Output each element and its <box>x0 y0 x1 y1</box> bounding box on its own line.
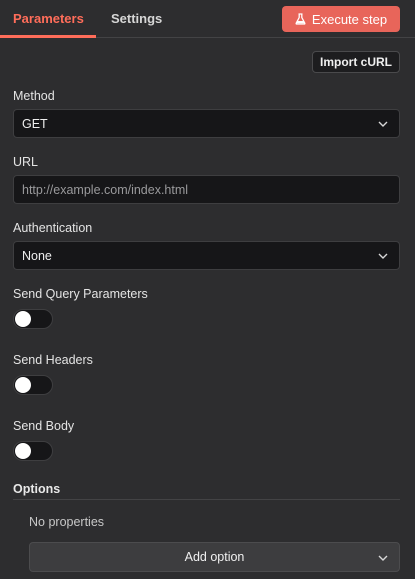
send-query-parameters-label: Send Query Parameters <box>13 287 148 301</box>
flask-icon <box>295 13 306 25</box>
url-field[interactable] <box>13 175 400 204</box>
method-value: GET <box>22 116 48 131</box>
method-select[interactable]: GET <box>13 109 400 138</box>
add-option-label: Add option <box>184 550 245 564</box>
authentication-select[interactable]: None <box>13 241 400 270</box>
import-curl-button[interactable]: Import cURL <box>312 51 400 73</box>
options-title: Options <box>13 482 61 496</box>
options-divider <box>13 499 400 500</box>
tab-parameters[interactable]: Parameters <box>13 11 84 26</box>
send-body-label: Send Body <box>13 419 75 433</box>
chevron-down-icon <box>377 250 389 265</box>
send-headers-label: Send Headers <box>13 353 93 367</box>
url-input[interactable] <box>22 182 391 197</box>
send-headers-toggle[interactable] <box>13 375 53 395</box>
authentication-value: None <box>22 248 52 263</box>
tab-settings[interactable]: Settings <box>111 11 162 26</box>
authentication-label: Authentication <box>13 221 93 235</box>
no-properties-text: No properties <box>29 515 105 529</box>
tab-bar: Parameters Settings Execute step <box>0 0 415 38</box>
toggle-knob <box>15 443 31 459</box>
chevron-down-icon <box>377 118 389 133</box>
execute-step-button[interactable]: Execute step <box>282 6 400 32</box>
add-option-button[interactable]: Add option <box>29 542 400 572</box>
send-body-toggle[interactable] <box>13 441 53 461</box>
url-label: URL <box>13 155 39 169</box>
toggle-knob <box>15 311 31 327</box>
active-tab-indicator <box>0 35 96 38</box>
chevron-down-icon <box>377 552 389 567</box>
execute-step-label: Execute step <box>311 11 388 27</box>
node-parameters-panel: Parameters Settings Execute step Import … <box>0 0 415 579</box>
send-query-parameters-toggle[interactable] <box>13 309 53 329</box>
toggle-knob <box>15 377 31 393</box>
method-label: Method <box>13 89 55 103</box>
